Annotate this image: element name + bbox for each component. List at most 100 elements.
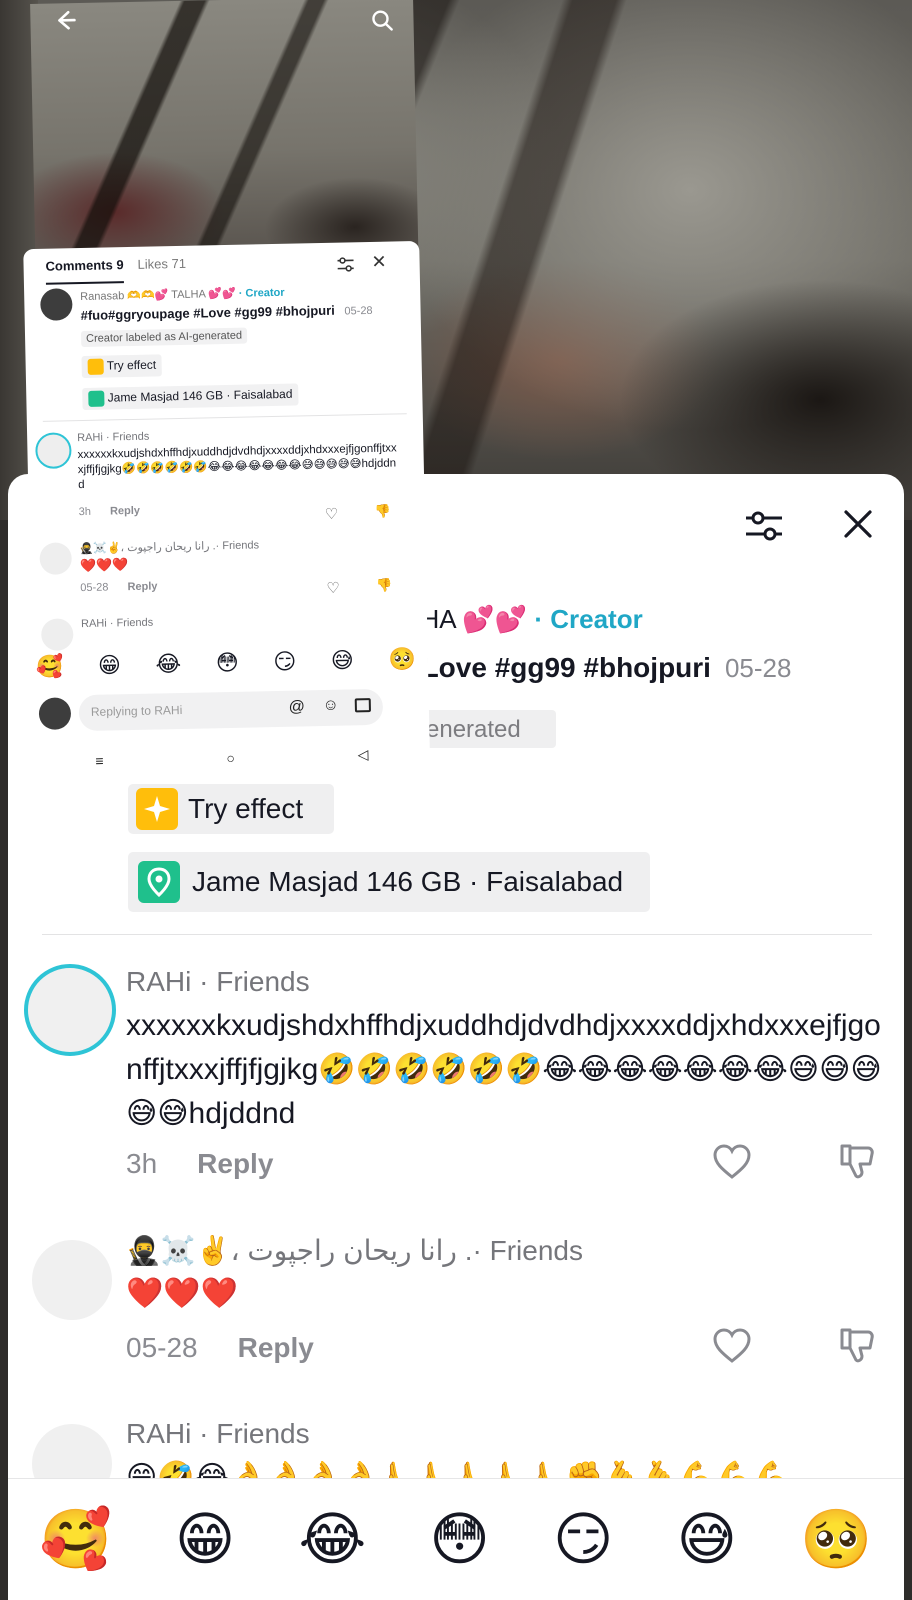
comment-author[interactable]: 🥷☠️✌️، رانا ریحان راجپوت .· Friends bbox=[126, 1234, 583, 1267]
location-label: Jame Masjad 146 GB · Faisalabad bbox=[192, 866, 624, 897]
mini-comments-sheet: Comments 9 Likes 71 ✕ Ranasab 🫶🫶💕 TALHA … bbox=[23, 240, 431, 780]
dislike-icon[interactable]: 👎 bbox=[376, 578, 393, 594]
mini-tabs: Comments 9 Likes 71 bbox=[45, 256, 186, 285]
comment-meta: 05-28 Reply bbox=[80, 580, 157, 594]
divider bbox=[42, 934, 872, 935]
comment-author[interactable]: 🥷☠️✌️، رانا ریحان راجپوت .· Friends bbox=[79, 538, 259, 555]
reply-button[interactable]: Reply bbox=[238, 1332, 314, 1363]
emoji-grin[interactable]: 😁 bbox=[175, 1509, 235, 1570]
comment-author[interactable]: RAHi · Friends bbox=[126, 966, 310, 998]
close-icon[interactable] bbox=[840, 506, 876, 542]
heart-icon[interactable]: ♡ bbox=[326, 579, 340, 597]
location-label: Jame Masjad 146 GB · Faisalabad bbox=[107, 386, 293, 405]
emoji-sweat-smile[interactable]: 😅 bbox=[677, 1509, 737, 1570]
tab-likes[interactable]: Likes 71 bbox=[137, 256, 186, 283]
avatar[interactable] bbox=[40, 288, 73, 321]
try-effect-label: Try effect bbox=[188, 793, 304, 824]
comment-meta: 3h Reply bbox=[79, 505, 141, 518]
emoji-pleading[interactable]: 🥺 bbox=[388, 646, 416, 673]
mini-emoji-bar: 🥰 😁 😂 😳 😏 😅 🥺 bbox=[36, 646, 416, 680]
emoji-smirk[interactable]: 😏 bbox=[553, 1509, 613, 1570]
emoji-smirk[interactable]: 😏 bbox=[273, 649, 296, 675]
sparkle-icon bbox=[136, 788, 178, 830]
avatar[interactable] bbox=[24, 964, 116, 1056]
emoji-smiling-hearts[interactable]: 🥰 bbox=[40, 1509, 112, 1570]
emoji-smiling-hearts[interactable]: 🥰 bbox=[36, 653, 64, 680]
filter-icon[interactable] bbox=[335, 254, 355, 274]
author-name[interactable]: Ranasab 🫶🫶💕 TALHA 💕💕 bbox=[80, 288, 236, 303]
creator-badge: · Creator bbox=[238, 286, 285, 300]
comment-text: ❤️❤️❤️ bbox=[126, 1277, 239, 1310]
emoji-picker-icon[interactable]: ☺ bbox=[322, 697, 339, 715]
comment-meta: 3h Reply bbox=[126, 1148, 273, 1180]
dislike-icon[interactable]: 👎 bbox=[375, 504, 392, 520]
search-icon[interactable] bbox=[370, 8, 394, 32]
try-effect-label: Try effect bbox=[106, 357, 157, 373]
dislike-icon[interactable] bbox=[838, 1142, 878, 1182]
emoji-sweat-smile[interactable]: 😅 bbox=[331, 647, 354, 673]
comment-time: 05-28 bbox=[80, 581, 109, 595]
author-line: LHA 💕💕 · Creator bbox=[406, 604, 643, 635]
comment-text: ❤️❤️❤️ bbox=[79, 557, 129, 574]
filter-icon[interactable] bbox=[744, 506, 784, 546]
reply-button[interactable]: Reply bbox=[127, 580, 157, 593]
emoji-flushed[interactable]: 😳 bbox=[216, 650, 239, 676]
comment-time: 3h bbox=[126, 1148, 158, 1179]
comment-time: 3h bbox=[78, 505, 92, 519]
location-pin-icon bbox=[138, 861, 180, 903]
caption-text: #Love #gg99 #bhojpuri bbox=[406, 652, 711, 683]
comment-time: 05-28 bbox=[126, 1332, 198, 1363]
caption: #fuo#ggryoupage #Love #gg99 #bhojpuri 05… bbox=[80, 302, 372, 323]
heart-icon[interactable] bbox=[712, 1326, 752, 1366]
image-icon[interactable] bbox=[354, 698, 371, 713]
caption-date: 05-28 bbox=[344, 304, 373, 318]
comment-text: 😁🤣😂👌👌👌👌🫷🫷🫷🫷🫷✊🫰🫰💪💪💪 bbox=[126, 1461, 790, 1478]
caption-date: 05-28 bbox=[724, 653, 792, 683]
caption: #Love #gg99 #bhojpuri 05-28 bbox=[406, 652, 791, 684]
comment-text: xxxxxxkxudjshdxhffhdjxuddhdjdvdhdjxxxxdd… bbox=[77, 442, 397, 492]
emoji-tears-of-joy[interactable]: 😂 bbox=[155, 651, 181, 678]
mention-icon[interactable]: @ bbox=[288, 698, 305, 716]
nav-home-icon[interactable]: ○ bbox=[226, 749, 235, 765]
comment-input[interactable]: Replying to RAHi @ ☺ bbox=[78, 688, 384, 732]
comment-author[interactable]: RAHi · Friends bbox=[81, 617, 153, 631]
try-effect-chip[interactable]: Try effect bbox=[81, 354, 163, 379]
caption-text: #fuo#ggryoupage #Love #gg99 #bhojpuri bbox=[80, 302, 335, 324]
avatar[interactable] bbox=[40, 618, 74, 651]
comment-author[interactable]: RAHi · Friends bbox=[126, 1418, 310, 1450]
emoji-bar: 🥰 😁 😂 😳 😏 😅 🥺 bbox=[8, 1478, 904, 1600]
location-chip[interactable]: Jame Masjad 146 GB · Faisalabad bbox=[128, 852, 650, 912]
divider bbox=[42, 413, 407, 422]
reply-button[interactable]: Reply bbox=[110, 505, 140, 518]
avatar[interactable] bbox=[35, 432, 72, 470]
creator-badge: · Creator bbox=[534, 604, 643, 634]
nav-back-icon[interactable]: ◁ bbox=[357, 746, 368, 763]
back-arrow-icon[interactable] bbox=[52, 7, 79, 34]
mini-video-frame bbox=[30, 0, 419, 254]
heart-icon[interactable]: ♡ bbox=[325, 505, 339, 523]
location-pin-icon bbox=[88, 390, 105, 407]
comment-meta: 05-28 Reply bbox=[126, 1332, 314, 1364]
location-chip[interactable]: Jame Masjad 146 GB · Faisalabad bbox=[82, 383, 299, 411]
tab-comments[interactable]: Comments 9 bbox=[45, 257, 124, 285]
emoji-flushed[interactable]: 😳 bbox=[429, 1509, 489, 1570]
close-icon[interactable]: ✕ bbox=[371, 252, 387, 273]
comment-author[interactable]: RAHi · Friends bbox=[77, 431, 149, 445]
ai-label: Creator labeled as AI-generated bbox=[80, 327, 248, 348]
nav-menu-icon[interactable]: ≡ bbox=[95, 752, 104, 768]
try-effect-chip[interactable]: Try effect bbox=[128, 784, 334, 834]
emoji-grin[interactable]: 😁 bbox=[98, 652, 121, 678]
dislike-icon[interactable] bbox=[838, 1326, 878, 1366]
avatar bbox=[38, 697, 72, 730]
emoji-tears-of-joy[interactable]: 😂 bbox=[299, 1509, 367, 1570]
comment-text: xxxxxxkxudjshdxhffhdjxuddhdjdvdhdjxxxxdd… bbox=[126, 1009, 882, 1130]
avatar[interactable] bbox=[39, 542, 73, 575]
input-placeholder: Replying to RAHi bbox=[90, 702, 183, 719]
avatar[interactable] bbox=[32, 1240, 112, 1320]
sparkle-icon bbox=[87, 358, 104, 375]
reply-button[interactable]: Reply bbox=[197, 1148, 273, 1179]
emoji-pleading[interactable]: 🥺 bbox=[800, 1509, 872, 1570]
embedded-screenshot: Comments 9 Likes 71 ✕ Ranasab 🫶🫶💕 TALHA … bbox=[18, 0, 431, 780]
author-line: Ranasab 🫶🫶💕 TALHA 💕💕 · Creator bbox=[80, 286, 285, 303]
heart-icon[interactable] bbox=[712, 1142, 752, 1182]
